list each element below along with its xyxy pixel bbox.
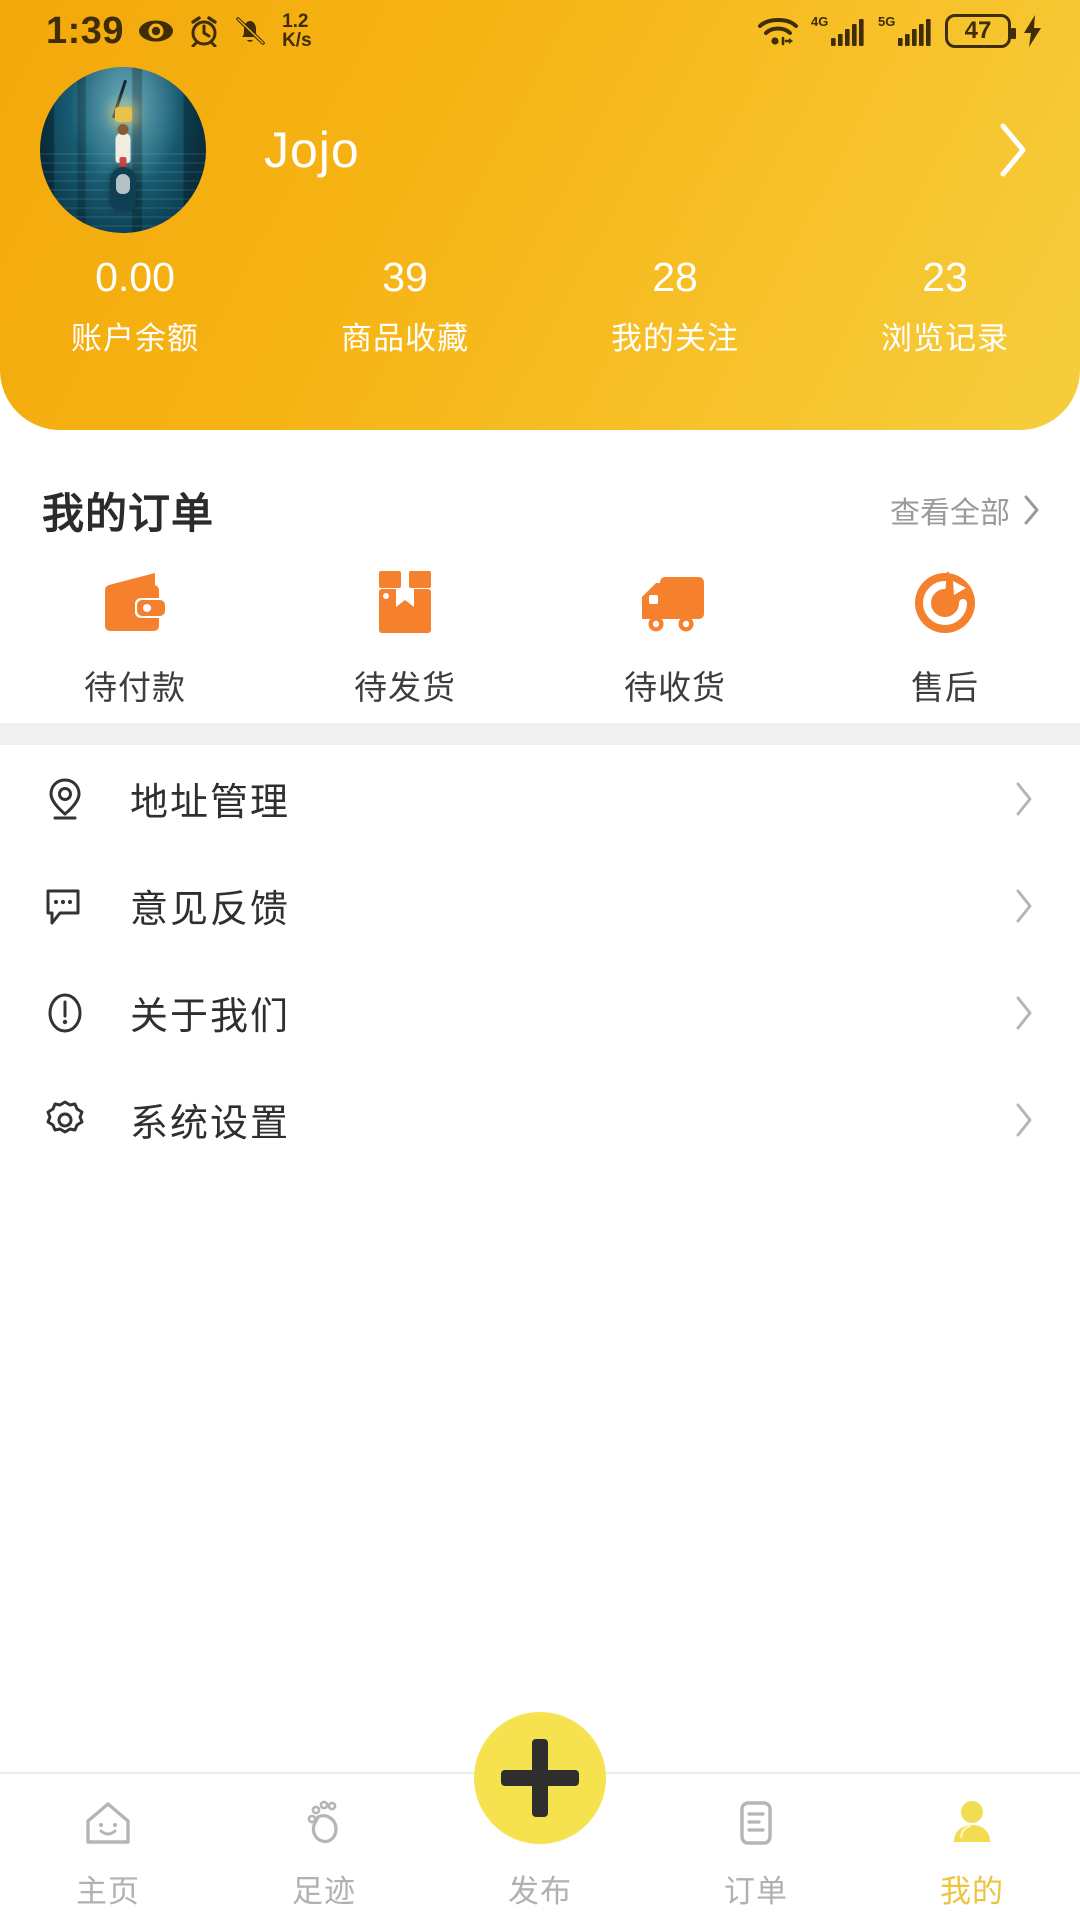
nav-tab-footprint[interactable]: 足迹 (216, 1774, 432, 1920)
menu-item-label: 系统设置 (130, 1103, 291, 1145)
chat-bubble-icon (42, 885, 88, 927)
view-all-orders-link[interactable]: 查看全部 (890, 488, 1040, 532)
stat-following[interactable]: 28 我的关注 (540, 252, 810, 358)
avatar-lamp (115, 106, 132, 122)
menu-item-label: 地址管理 (130, 782, 291, 824)
home-icon (80, 1792, 136, 1854)
stat-balance[interactable]: 0.00 账户余额 (0, 252, 270, 358)
stat-label: 商品收藏 (341, 321, 469, 357)
wallet-icon (97, 565, 173, 637)
order-label: 待收货 (624, 669, 726, 706)
username: Jojo (264, 122, 360, 178)
chevron-right-icon (1016, 889, 1032, 922)
nav-tab-profile[interactable]: 我的 (864, 1774, 1080, 1920)
stat-value: 23 (922, 254, 968, 300)
chevron-right-icon (1016, 1103, 1032, 1136)
section-divider (0, 723, 1080, 745)
status-time: 1:39 (46, 9, 125, 52)
battery-icon: 47 (945, 14, 1016, 48)
stat-label: 账户余额 (71, 321, 199, 357)
nav-tab-label: 发布 (508, 1873, 572, 1909)
svg-text:5G: 5G (878, 14, 895, 29)
chevron-right-icon (1024, 495, 1039, 525)
chevron-right-icon (1016, 996, 1032, 1029)
eye-icon (139, 20, 174, 42)
view-all-label: 查看全部 (890, 497, 1010, 530)
nav-tab-label: 足迹 (292, 1873, 356, 1909)
orders-title: 我的订单 (42, 489, 215, 537)
menu-item-address[interactable]: 地址管理 (0, 745, 1080, 852)
gear-icon (42, 1098, 88, 1142)
person-icon (944, 1792, 1000, 1854)
signal-icon-2: 5G (878, 14, 931, 46)
stat-value: 28 (652, 254, 698, 300)
settings-menu: 地址管理 意见反馈 关于我们 系统设置 (0, 745, 1080, 1173)
order-pending-shipment[interactable]: 待发货 (270, 565, 540, 709)
package-icon (369, 565, 441, 637)
order-after-sales[interactable]: 售后 (810, 565, 1080, 709)
stat-label: 浏览记录 (881, 321, 1009, 357)
nav-tab-home[interactable]: 主页 (0, 1774, 216, 1920)
truck-icon (634, 565, 716, 637)
stat-label: 我的关注 (611, 321, 739, 357)
stat-value: 39 (382, 254, 428, 300)
network-speed-value: 1.2 (282, 11, 309, 32)
nav-tab-label: 订单 (724, 1873, 788, 1909)
avatar-spirit (110, 167, 136, 212)
avatar[interactable] (40, 67, 206, 233)
nav-tab-label: 我的 (940, 1873, 1004, 1909)
order-label: 待付款 (84, 669, 186, 706)
refresh-icon (909, 565, 981, 637)
status-bar-left: 1:39 1.2 K/s (46, 10, 312, 53)
plus-icon-horizontal (501, 1770, 579, 1786)
charging-bolt-icon (1024, 15, 1041, 47)
orders-header: 我的订单 查看全部 (0, 470, 1080, 550)
order-pending-receipt[interactable]: 待收货 (540, 565, 810, 709)
svg-text:4G: 4G (811, 14, 828, 29)
network-speed-unit: K/s (282, 30, 312, 51)
stat-favorites[interactable]: 39 商品收藏 (270, 252, 540, 358)
mute-bell-icon (236, 17, 265, 45)
info-circle-icon (42, 991, 88, 1035)
status-bar-right: 4G 5G 47 (756, 13, 1044, 49)
publish-fab-button[interactable] (474, 1712, 606, 1844)
wifi-icon (758, 18, 798, 46)
order-pending-payment[interactable]: 待付款 (0, 565, 270, 709)
menu-item-settings[interactable]: 系统设置 (0, 1066, 1080, 1173)
menu-item-label: 意见反馈 (130, 889, 291, 931)
profile-row[interactable]: Jojo (0, 67, 1080, 233)
stat-value: 0.00 (95, 254, 175, 300)
stats-row: 0.00 账户余额 39 商品收藏 28 我的关注 23 浏览记录 (0, 252, 1080, 358)
chevron-right-icon (1016, 782, 1032, 815)
menu-item-about[interactable]: 关于我们 (0, 959, 1080, 1066)
order-status-row: 待付款 待发货 待收货 售后 (0, 565, 1080, 709)
location-pin-icon (42, 776, 88, 822)
menu-item-label: 关于我们 (130, 996, 291, 1038)
order-label: 售后 (911, 669, 979, 706)
network-speed: 1.2 K/s (282, 12, 312, 50)
order-label: 待发货 (354, 669, 456, 706)
nav-tab-label: 主页 (76, 1873, 140, 1909)
stat-history[interactable]: 23 浏览记录 (810, 252, 1080, 358)
battery-percent: 47 (964, 17, 992, 44)
status-bar: 1:39 1.2 K/s 4G 5G 47 (0, 0, 1080, 62)
alarm-icon (191, 16, 217, 47)
footprint-icon (296, 1792, 352, 1854)
menu-item-feedback[interactable]: 意见反馈 (0, 852, 1080, 959)
phone-screen: 1:39 1.2 K/s 4G 5G 47 Jojo 0.00 账户余额 39 … (0, 0, 1080, 1920)
signal-icon: 4G (811, 14, 864, 46)
avatar-character (115, 124, 131, 170)
chevron-right-icon[interactable] (998, 122, 1028, 178)
list-icon (728, 1792, 784, 1854)
nav-tab-orders[interactable]: 订单 (648, 1774, 864, 1920)
